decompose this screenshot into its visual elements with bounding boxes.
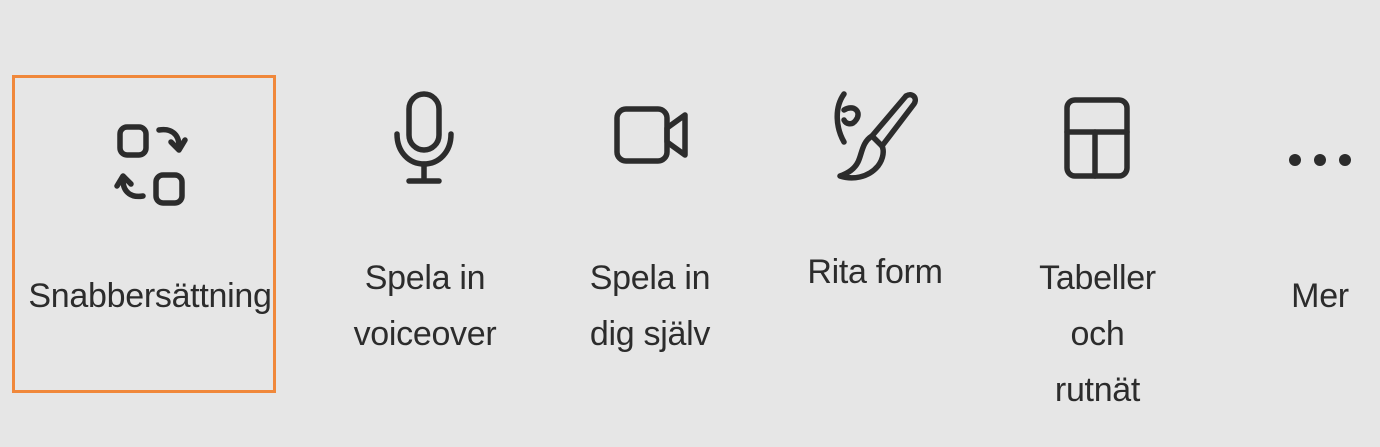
tool-snabbersattning[interactable]: Snabbersättning <box>0 0 300 447</box>
tool-label-more: Mer <box>1291 277 1349 315</box>
tool-more[interactable]: Mer <box>1245 0 1380 447</box>
microphone-icon <box>394 91 454 184</box>
tool-label-draw-shape: Rita form <box>807 253 943 291</box>
swap-arrows-icon <box>114 124 188 206</box>
more-dots-icon <box>1289 154 1351 166</box>
tool-label-snabbersattning: Snabbersättning <box>28 277 272 315</box>
tool-draw-shape[interactable]: Rita form <box>770 0 980 447</box>
tool-tables-and-grids[interactable]: Tabeller och rutnät <box>1000 0 1195 447</box>
video-camera-icon <box>614 106 688 164</box>
tool-record-voiceover[interactable]: Spela in voiceover <box>300 0 550 447</box>
tool-label-voiceover: Spela in voiceover <box>353 259 497 353</box>
tool-bar: Snabbersättning Spela in voiceover Spela… <box>0 0 1380 447</box>
tool-record-yourself[interactable]: Spela in dig själv <box>540 0 760 447</box>
tool-label-tables-and-grids: Tabeller och rutnät <box>1039 259 1156 409</box>
paintbrush-icon <box>834 91 918 181</box>
tool-label-record-yourself: Spela in dig själv <box>589 259 711 353</box>
table-grid-icon <box>1064 97 1130 179</box>
